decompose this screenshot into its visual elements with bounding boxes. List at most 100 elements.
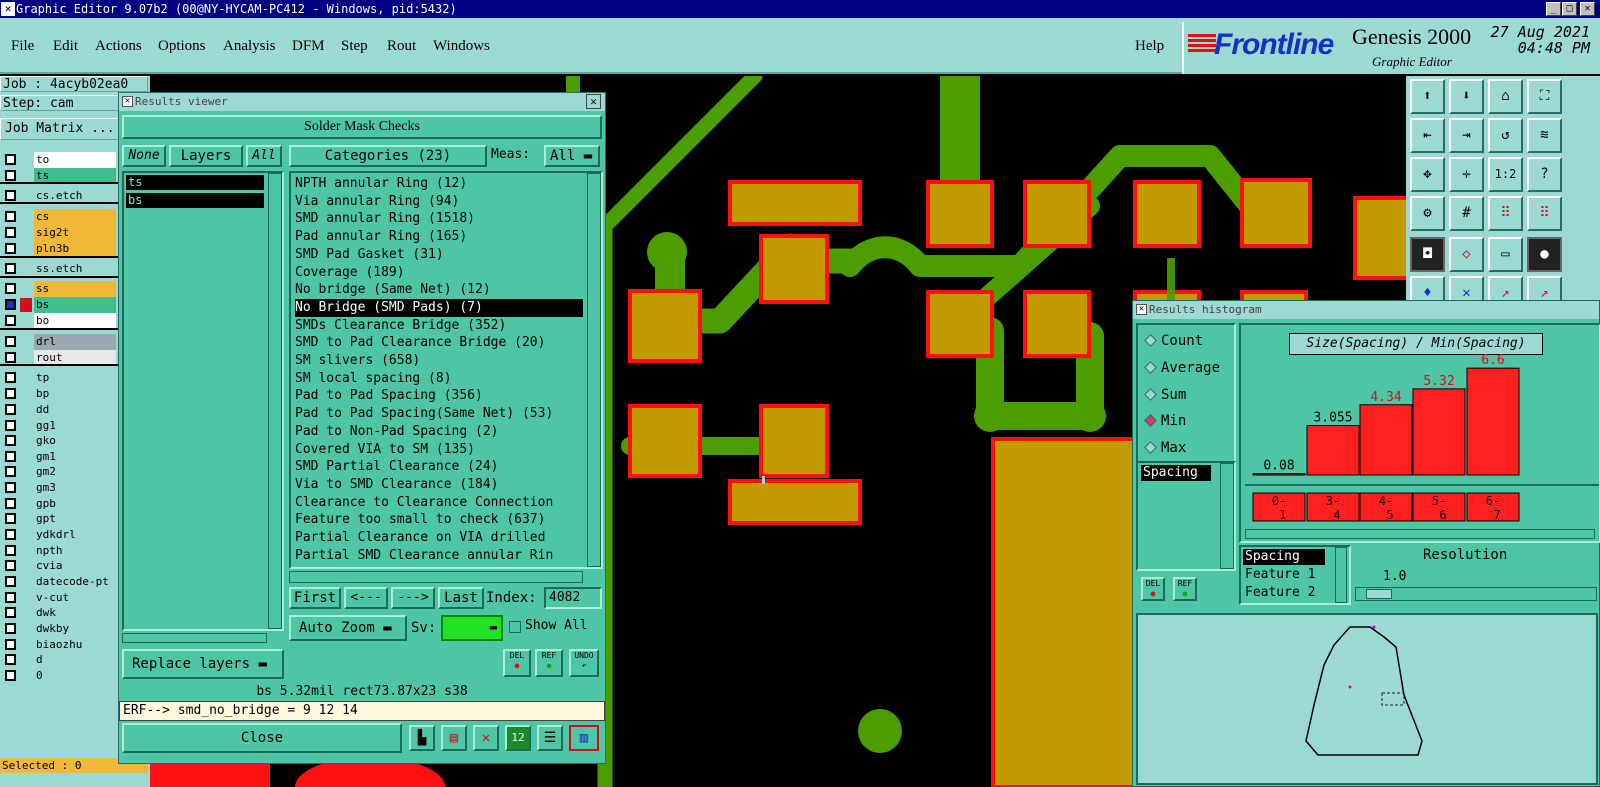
histogram-attr-list[interactable]: Spacing (1136, 461, 1236, 571)
menu-options[interactable]: Options (158, 38, 206, 55)
erf-command-line[interactable]: ERF--> smd_no_bridge = 9 12 14 (119, 701, 605, 721)
show-all-checkbox[interactable] (509, 621, 521, 633)
zoom-fit-icon[interactable]: ✥ (1410, 157, 1445, 192)
layer-row-gpt[interactable]: gpt (0, 511, 118, 527)
layer-row-cvia[interactable]: cvia (0, 558, 118, 574)
category-hscrollbar[interactable] (289, 571, 583, 583)
layer-row-gg1[interactable]: gg1 (0, 418, 118, 434)
layer-row-v-cut[interactable]: v-cut (0, 590, 118, 606)
layer-row-drl[interactable]: drl (0, 334, 118, 350)
layer-checkbox[interactable] (5, 420, 16, 431)
last-button[interactable]: Last (438, 587, 484, 609)
layer-row-cs[interactable]: cs (0, 209, 118, 225)
layer-affected-flag[interactable] (20, 528, 32, 542)
radio-min[interactable]: Min (1144, 413, 1186, 429)
histogram-bar[interactable] (1306, 425, 1360, 476)
layer-row-gko[interactable]: gko (0, 433, 118, 449)
zoom-home-icon[interactable]: ⬆ (1410, 79, 1445, 114)
layer-checkbox[interactable] (5, 498, 16, 509)
layer-affected-flag[interactable] (20, 638, 32, 652)
category-item[interactable]: No bridge (Same Net) (12) (295, 281, 583, 299)
category-item[interactable]: SM slivers (658) (295, 352, 583, 370)
histogram-bar[interactable] (1412, 388, 1466, 476)
layer-row-gm1[interactable]: gm1 (0, 449, 118, 465)
feature-list-item-spacing[interactable]: Spacing (1243, 549, 1325, 565)
feature-list-item-feature1[interactable]: Feature 1 (1245, 567, 1315, 582)
layer-checkbox[interactable] (5, 388, 16, 399)
layer-affected-flag[interactable] (20, 314, 32, 328)
layer-checkbox[interactable] (5, 623, 16, 634)
layer-row-ss[interactable]: ss (0, 281, 118, 297)
layer-affected-flag[interactable] (20, 262, 32, 276)
layer-checkbox[interactable] (5, 170, 16, 181)
layer-row-dwk[interactable]: dwk (0, 605, 118, 621)
histogram-bar[interactable] (1466, 367, 1520, 476)
first-button[interactable]: First (289, 587, 341, 609)
layer-row-gpb[interactable]: gpb (0, 496, 118, 512)
next-button[interactable]: ---> (391, 587, 435, 609)
layer-affected-flag[interactable] (20, 335, 32, 349)
layer-affected-flag[interactable] (20, 465, 32, 479)
category-item[interactable]: No Bridge (SMD Pads) (7) (295, 298, 583, 317)
layer-checkbox[interactable] (5, 190, 16, 201)
rotate-icon[interactable]: ↺ (1488, 118, 1523, 153)
layer-affected-flag[interactable] (20, 575, 32, 589)
layer-checkbox[interactable] (5, 576, 16, 587)
close-window-button[interactable]: ✕ (1580, 2, 1595, 16)
layer-affected-flag[interactable] (20, 559, 32, 573)
layer-list-scrollbar[interactable] (268, 173, 282, 629)
radio-count[interactable]: Count (1144, 333, 1203, 349)
layer-list-hscrollbar[interactable] (122, 633, 267, 643)
board-overview[interactable] (1136, 613, 1598, 785)
category-item[interactable]: Pad to Pad Spacing (356) (295, 387, 583, 405)
category-item[interactable]: Feature too small to check (637) (295, 511, 583, 529)
menu-rout[interactable]: Rout (387, 38, 416, 55)
layer-row-to[interactable]: to (0, 152, 118, 168)
category-item[interactable]: Pad to Non-Pad Spacing (2) (295, 423, 583, 441)
radio-average[interactable]: Average (1144, 360, 1220, 376)
attr-list-item-spacing[interactable]: Spacing (1141, 465, 1211, 481)
del-button[interactable]: DEL ● (503, 649, 531, 677)
layer-affected-flag[interactable] (20, 512, 32, 526)
layer-row-bs[interactable]: bs (0, 297, 118, 313)
close-button[interactable]: Close (122, 723, 402, 753)
layer-row-gm2[interactable]: gm2 (0, 464, 118, 480)
histogram-bar[interactable] (1252, 473, 1306, 476)
layer-affected-flag[interactable] (20, 387, 32, 401)
layer-affected-flag[interactable] (20, 669, 32, 683)
layer-affected-flag[interactable] (20, 403, 32, 417)
layer-affected-flag[interactable] (20, 282, 32, 296)
layer-checkbox[interactable] (5, 607, 16, 618)
notes-icon[interactable]: ☰ (537, 725, 563, 751)
layer-list-item-bs[interactable]: bs (126, 193, 264, 208)
layer-affected-flag[interactable] (20, 653, 32, 667)
net-alt-icon[interactable]: ⠿ (1527, 196, 1562, 231)
layer-checkbox[interactable] (5, 211, 16, 222)
layer-affected-flag[interactable] (20, 434, 32, 448)
snap-icon[interactable]: ≋ (1527, 118, 1562, 153)
results-viewer-close-icon[interactable]: ✕ (586, 94, 601, 109)
menu-step[interactable]: Step (341, 38, 368, 55)
meas-select[interactable]: All ▬ (544, 145, 600, 167)
layer-checkbox[interactable] (5, 299, 16, 310)
layer-checkbox[interactable] (5, 352, 16, 363)
category-item[interactable]: Clearance to Clearance Connection (295, 494, 583, 512)
layer-checkbox[interactable] (5, 654, 16, 665)
layer-checkbox[interactable] (5, 466, 16, 477)
layer-affected-flag[interactable] (20, 606, 32, 620)
all-layers-button[interactable]: All (246, 145, 282, 167)
histogram-bar[interactable] (1359, 404, 1413, 476)
net-icon[interactable]: ⠿ (1488, 196, 1523, 231)
radio-max[interactable]: Max (1144, 440, 1186, 456)
sv-color-select[interactable]: ▬ (441, 615, 503, 641)
category-item[interactable]: Via annular Ring (94) (295, 193, 583, 211)
maximize-button[interactable]: □ (1562, 2, 1577, 16)
feature-list[interactable]: Spacing Feature 1 Feature 2 (1239, 545, 1351, 605)
layer-row-gm3[interactable]: gm3 (0, 480, 118, 496)
layer-row-datecode-pt[interactable]: datecode-pt (0, 574, 118, 590)
layer-row-0[interactable]: 0 (0, 668, 118, 684)
layer-affected-flag[interactable] (20, 298, 32, 312)
menu-help[interactable]: Help (1135, 38, 1164, 55)
layer-checkbox[interactable] (5, 451, 16, 462)
layer-row-bo[interactable]: bo (0, 313, 118, 329)
